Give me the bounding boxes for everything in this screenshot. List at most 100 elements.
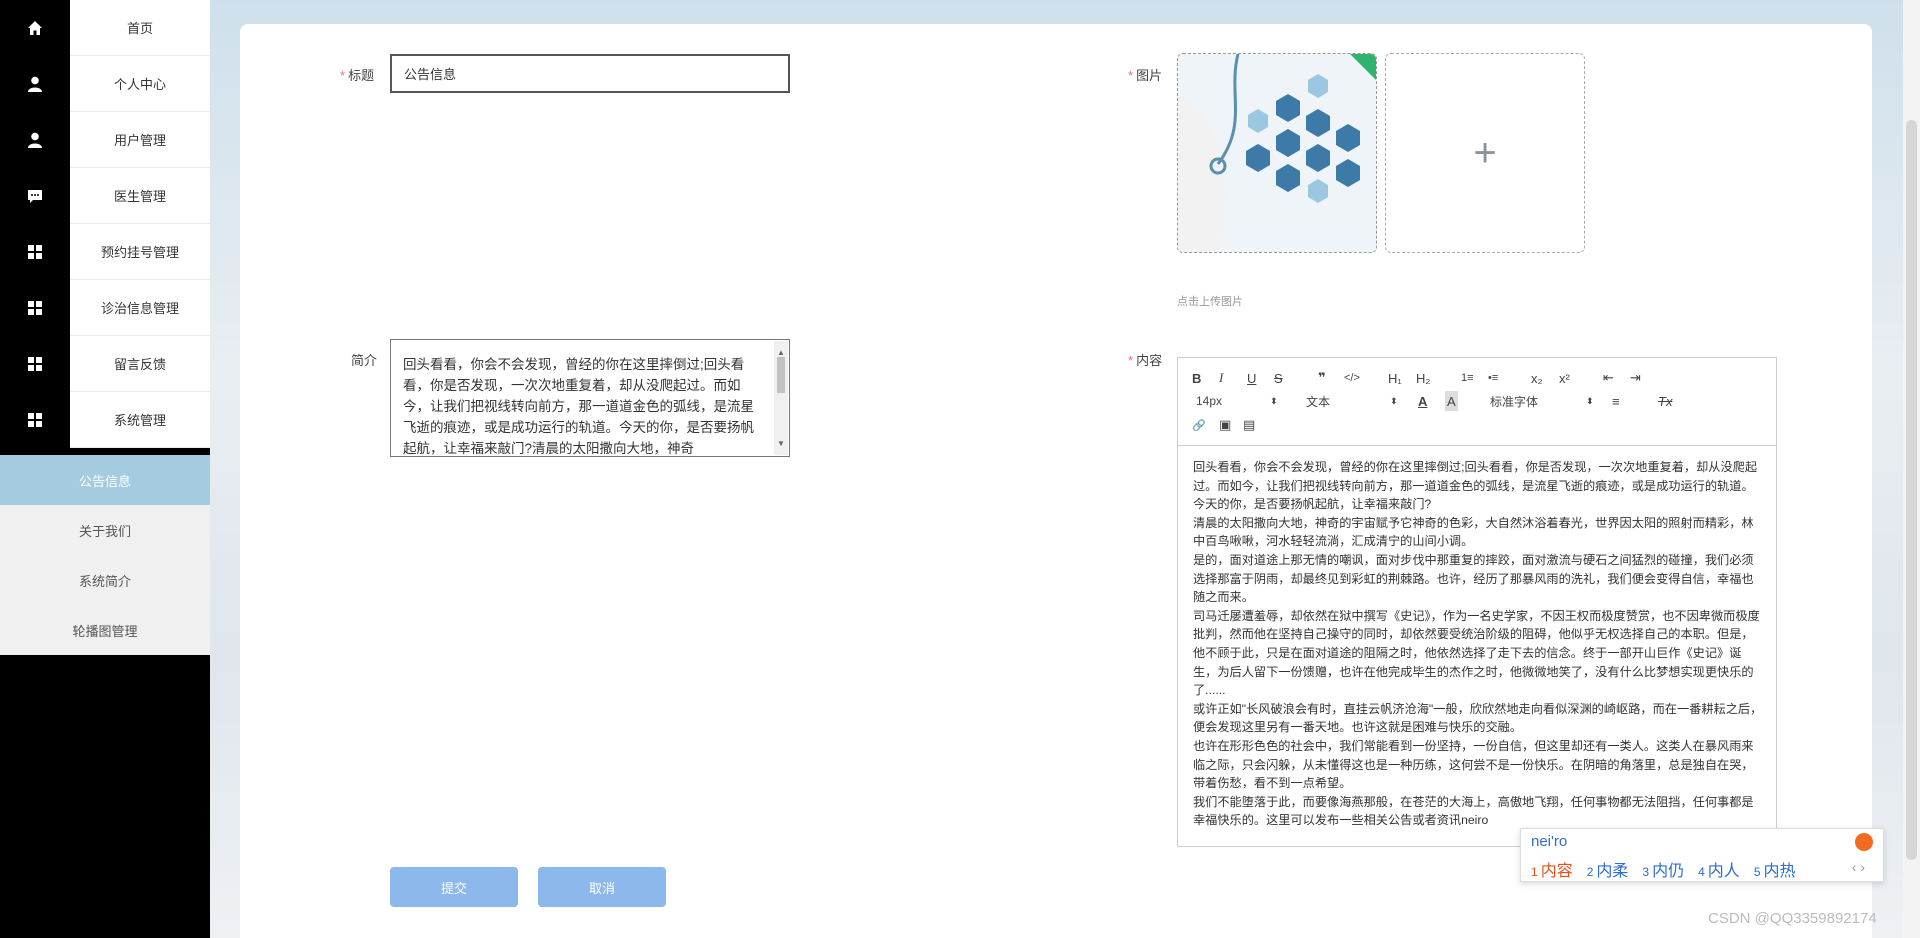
- font-size-value: 14px: [1196, 394, 1223, 408]
- submenu-item-intro[interactable]: 系统简介: [0, 555, 210, 605]
- page-scrollbar-thumb[interactable]: [1906, 120, 1917, 860]
- quote-button[interactable]: ❞: [1318, 368, 1326, 388]
- sidebar-item-diagnosis[interactable]: 诊治信息管理: [0, 280, 210, 336]
- submenu-item-announcements[interactable]: 公告信息: [0, 455, 210, 505]
- outdent-button[interactable]: ⇤: [1603, 368, 1614, 388]
- chevron-updown-icon: ⬍: [1270, 395, 1278, 406]
- underline-button[interactable]: U: [1247, 368, 1256, 388]
- superscript-button[interactable]: x²: [1559, 368, 1570, 388]
- editor-paragraph: 或许正如"长风破浪会有时，直挂云帆济沧海"一般，欣欣然地走向看似深渊的崎岖路，而…: [1193, 701, 1763, 735]
- video-icon[interactable]: ▤: [1243, 415, 1255, 435]
- sidebar-item-label: 留言反馈: [70, 336, 210, 392]
- background-color-button[interactable]: A: [1445, 391, 1458, 411]
- scroll-down-icon[interactable]: ▼: [774, 433, 788, 454]
- editor-paragraph: 清晨的太阳撒向大地，神奇的宇宙赋予它神奇的色彩，大自然沐浴着春光，世界因太阳的照…: [1193, 515, 1754, 549]
- grid-icon: [0, 280, 70, 336]
- h1-button[interactable]: H₁: [1388, 368, 1402, 388]
- sidebar-item-appointments[interactable]: 预约挂号管理: [0, 224, 210, 280]
- submenu-item-label: 系统简介: [78, 573, 131, 589]
- required-mark: *: [340, 68, 346, 83]
- required-mark: *: [1128, 68, 1134, 83]
- ime-composition: nei'ro: [1531, 833, 1568, 850]
- page-scrollbar[interactable]: [1903, 0, 1920, 938]
- home-icon: [0, 0, 70, 56]
- code-button[interactable]: </>: [1344, 368, 1360, 388]
- bold-button[interactable]: B: [1192, 368, 1201, 388]
- italic-button[interactable]: I: [1219, 368, 1223, 388]
- ime-candidate-number: 4: [1698, 865, 1705, 879]
- title-label: * 标题: [340, 65, 374, 84]
- rich-text-editor[interactable]: B I U S ❞ </> H₁ H₂ 1≡ •≡ x₂ x² ⇤ ⇥ 14px…: [1177, 357, 1777, 847]
- ime-candidate-number: 5: [1753, 865, 1761, 879]
- ime-page-arrows[interactable]: ‹ ›: [1852, 859, 1865, 875]
- link-icon[interactable]: 🔗: [1192, 415, 1206, 435]
- strike-button[interactable]: S: [1274, 368, 1283, 388]
- chevron-updown-icon: ⬍: [1390, 395, 1398, 406]
- medical-image: [1178, 54, 1376, 252]
- ime-candidate-popup: nei'ro 1 内容 2 内柔 3 内仍 4 内人 5 内热 ‹ ›: [1520, 828, 1884, 882]
- ime-candidate-text: 内热: [1763, 863, 1796, 880]
- subscript-button[interactable]: x₂: [1531, 368, 1543, 388]
- editor-paragraph: 司马迁屡遭羞辱，却依然在狱中撰写《史记》，作为一名史学家，不因王权而极度赞赏，也…: [1193, 608, 1760, 698]
- sidebar: 首页 个人中心 用户管理 医生管理 预约挂号管理 诊治信息管理 留言反馈 系统管…: [0, 0, 210, 938]
- image-label: * 图片: [1128, 65, 1162, 84]
- ime-candidate-text: 内柔: [1596, 863, 1629, 880]
- intro-scrollbar[interactable]: ▲ ▼: [774, 341, 788, 455]
- editor-paragraph: 也许在形形色色的社会中，我们常能看到一份坚持，一份自信，但这里却还有一类人。这类…: [1193, 738, 1754, 791]
- indent-button[interactable]: ⇥: [1630, 368, 1641, 388]
- ime-candidate[interactable]: 5 内热: [1754, 857, 1796, 881]
- chevron-updown-icon: ⬍: [1586, 395, 1594, 406]
- cancel-button[interactable]: 取消: [538, 867, 666, 907]
- align-button[interactable]: ≡: [1612, 391, 1620, 411]
- intro-textarea-value: 回头看看，你会不会发现，曾经的你在这里摔倒过;回头看看，你是否发现，一次次地重复…: [403, 357, 754, 456]
- bullet-list-button[interactable]: •≡: [1488, 368, 1498, 388]
- sidebar-item-feedback[interactable]: 留言反馈: [0, 336, 210, 392]
- editor-paragraph: 我们不能堕落于此，而要像海燕那般，在苍茫的大海上，高傲地飞翔，任何事物都无法阻挡…: [1193, 794, 1754, 828]
- sidebar-item-profile[interactable]: 个人中心: [0, 56, 210, 112]
- header-select-value: 文本: [1306, 394, 1331, 409]
- plus-icon: +: [1473, 130, 1497, 175]
- ime-candidate[interactable]: 1 内容: [1531, 857, 1573, 881]
- editor-toolbar: B I U S ❞ </> H₁ H₂ 1≡ •≡ x₂ x² ⇤ ⇥ 14px…: [1178, 358, 1776, 446]
- clean-format-button[interactable]: Tx: [1658, 391, 1672, 411]
- required-mark: *: [1128, 353, 1134, 368]
- ime-logo-icon: [1855, 833, 1873, 851]
- submenu-item-about[interactable]: 关于我们: [0, 505, 210, 555]
- ime-candidate-number: 2: [1586, 865, 1594, 879]
- sidebar-item-label: 首页: [70, 0, 210, 56]
- header-select[interactable]: 文本 ⬍: [1306, 391, 1398, 411]
- sidebar-item-doctors[interactable]: 医生管理: [0, 168, 210, 224]
- submenu-item-label: 公告信息: [78, 473, 131, 489]
- intro-label: 简介: [351, 353, 378, 368]
- intro-textarea[interactable]: 回头看看，你会不会发现，曾经的你在这里摔倒过;回头看看，你是否发现，一次次地重复…: [390, 339, 790, 457]
- ime-candidate[interactable]: 3 内仍: [1642, 857, 1684, 881]
- ime-candidate-text: 内仍: [1652, 863, 1685, 880]
- uploaded-image-thumbnail[interactable]: [1177, 53, 1377, 253]
- editor-content[interactable]: 回头看看，你会不会发现，曾经的你在这里摔倒过;回头看看，你是否发现，一次次地重复…: [1193, 458, 1763, 830]
- ime-candidate-number: 1: [1531, 865, 1538, 879]
- user-icon: [0, 56, 70, 112]
- intro-scrollbar-thumb[interactable]: [777, 357, 785, 393]
- sidebar-item-home[interactable]: 首页: [0, 0, 210, 56]
- font-family-select[interactable]: 标准字体 ⬍: [1490, 391, 1594, 411]
- image-icon[interactable]: ▣: [1219, 415, 1231, 435]
- ime-candidate[interactable]: 2 内柔: [1587, 857, 1629, 881]
- upload-tip: 点击上传图片: [1177, 296, 1243, 308]
- text-color-button[interactable]: A: [1418, 391, 1427, 411]
- font-family-value: 标准字体: [1490, 394, 1539, 409]
- h2-button[interactable]: H₂: [1416, 368, 1430, 388]
- ordered-list-button[interactable]: 1≡: [1461, 368, 1474, 388]
- submit-button[interactable]: 提交: [390, 867, 518, 907]
- ime-candidate[interactable]: 4 内人: [1698, 857, 1740, 881]
- sidebar-item-users[interactable]: 用户管理: [0, 112, 210, 168]
- title-input[interactable]: 公告信息: [390, 54, 790, 93]
- upload-button[interactable]: +: [1385, 53, 1585, 253]
- content-label: * 内容: [1128, 350, 1162, 369]
- submenu-item-label: 轮播图管理: [72, 623, 138, 639]
- watermark: CSDN @QQ3359892174: [1708, 910, 1877, 927]
- chat-icon: [0, 168, 70, 224]
- sidebar-item-system[interactable]: 系统管理: [0, 392, 210, 448]
- submenu-item-carousel[interactable]: 轮播图管理: [0, 605, 210, 655]
- font-size-select[interactable]: 14px ⬍: [1196, 391, 1278, 411]
- ime-candidate-text: 内容: [1540, 863, 1573, 880]
